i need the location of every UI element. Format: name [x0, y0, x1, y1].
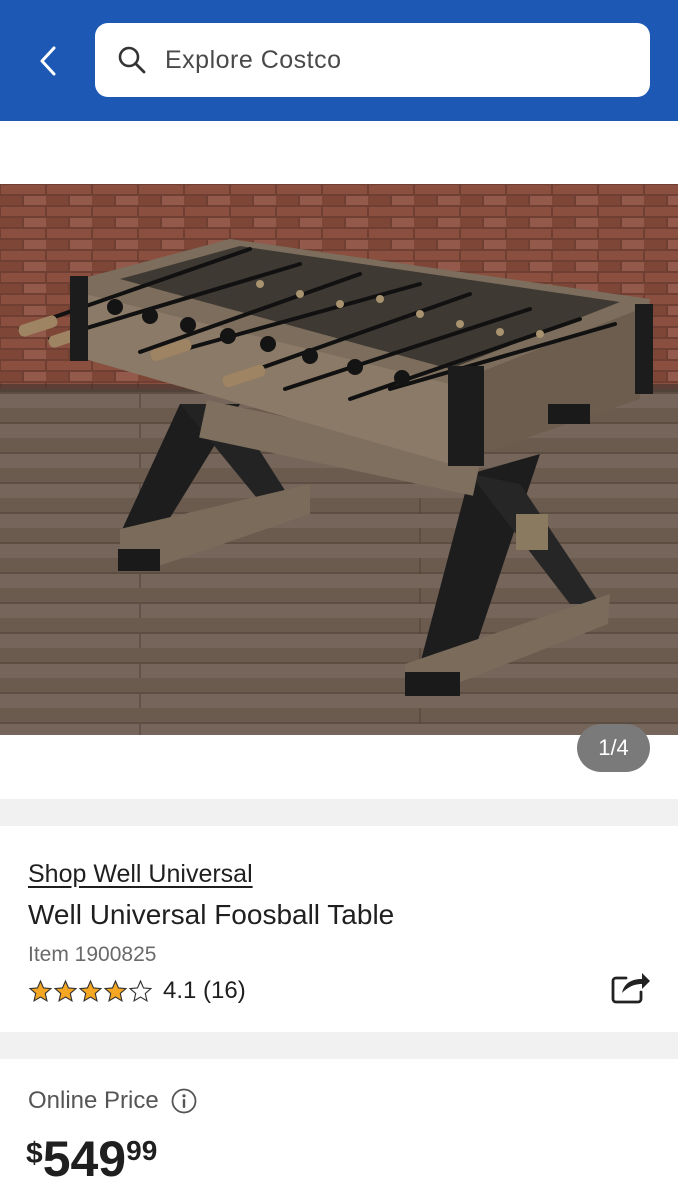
section-divider — [0, 799, 678, 826]
star-filled-icon — [53, 979, 78, 1002]
top-bar — [0, 0, 678, 121]
star-filled-icon — [28, 979, 53, 1002]
rating-summary[interactable]: 4.1 (16) — [28, 977, 246, 1005]
back-button[interactable] — [28, 38, 68, 84]
share-button[interactable] — [608, 966, 652, 1006]
chevron-left-icon — [40, 46, 56, 76]
star-rating — [28, 979, 153, 1004]
share-icon — [611, 973, 650, 1004]
product-image — [0, 184, 678, 735]
product-image-gallery[interactable] — [0, 184, 678, 735]
info-icon[interactable] — [171, 1088, 197, 1114]
price: $ 549 99 — [26, 1128, 157, 1190]
price-cents: 99 — [126, 1135, 158, 1166]
search-icon — [117, 45, 147, 75]
brand-shop-link[interactable]: Shop Well Universal — [28, 860, 253, 889]
star-filled-icon — [103, 979, 128, 1002]
price-label-row: Online Price — [28, 1087, 197, 1115]
search-input[interactable] — [165, 45, 605, 75]
image-page-indicator: 1/4 — [577, 724, 650, 772]
price-dollars: 549 — [42, 1131, 127, 1187]
rating-value: 4.1 (16) — [163, 977, 246, 1004]
star-filled-icon — [78, 979, 103, 1002]
product-title: Well Universal Foosball Table — [28, 899, 395, 930]
item-number: Item 1900825 — [28, 943, 157, 966]
search-bar[interactable] — [95, 23, 650, 97]
section-divider — [0, 1032, 678, 1059]
star-empty-icon — [128, 979, 153, 1002]
price-currency: $ — [26, 1137, 43, 1170]
online-price-label: Online Price — [28, 1087, 159, 1114]
